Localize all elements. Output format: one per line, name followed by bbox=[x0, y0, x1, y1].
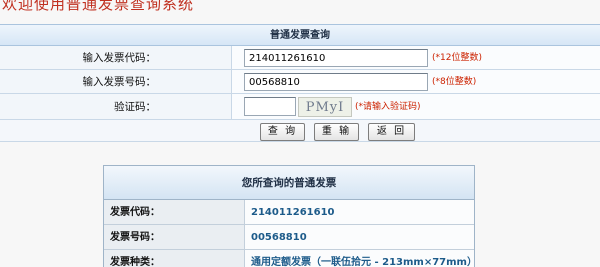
invoice-code-label: 输入发票代码： bbox=[0, 46, 232, 69]
captcha-input[interactable] bbox=[244, 97, 296, 116]
result-row-value: 00568810 bbox=[245, 225, 474, 249]
invoice-code-row: 输入发票代码： (*12位整数) bbox=[0, 46, 600, 70]
invoice-code-hint: (*12位整数) bbox=[432, 53, 482, 63]
result-row-value: 214011261610 bbox=[245, 200, 474, 224]
reset-button[interactable]: 重 输 bbox=[314, 123, 359, 141]
result-row: 发票种类： 通用定额发票（一联伍拾元 - 213mm×77mm） bbox=[104, 250, 474, 267]
result-row-label: 发票号码： bbox=[104, 225, 245, 249]
form-buttons: 查 询 重 输 返 回 bbox=[0, 123, 600, 141]
invoice-query-form: 普通发票查询 输入发票代码： (*12位整数) 输入发票号码： (*8位整数) … bbox=[0, 24, 600, 142]
captcha-row: 验证码： PMyI (*请输入验证码) bbox=[0, 94, 600, 120]
captcha-image[interactable]: PMyI bbox=[298, 97, 352, 117]
invoice-number-label: 输入发票号码： bbox=[0, 70, 232, 93]
query-result-panel: 您所查询的普通发票 发票代码： 214011261610 发票号码： 00568… bbox=[103, 165, 475, 267]
invoice-number-input[interactable] bbox=[244, 73, 428, 91]
invoice-number-hint: (*8位整数) bbox=[432, 77, 477, 87]
result-header: 您所查询的普通发票 bbox=[104, 166, 474, 200]
result-row-label: 发票代码： bbox=[104, 200, 245, 224]
back-button[interactable]: 返 回 bbox=[368, 123, 415, 141]
captcha-hint: (*请输入验证码) bbox=[355, 102, 421, 112]
site-title: 欢迎使用普通发票查询系统 bbox=[2, 0, 195, 13]
result-row-label: 发票种类： bbox=[104, 250, 245, 267]
query-form-header: 普通发票查询 bbox=[0, 25, 600, 46]
result-row: 发票号码： 00568810 bbox=[104, 225, 474, 250]
invoice-number-row: 输入发票号码： (*8位整数) bbox=[0, 70, 600, 94]
captcha-label: 验证码： bbox=[0, 94, 232, 119]
query-button[interactable]: 查 询 bbox=[260, 123, 305, 141]
result-row-value: 通用定额发票（一联伍拾元 - 213mm×77mm） bbox=[245, 250, 474, 267]
result-row: 发票代码： 214011261610 bbox=[104, 200, 474, 225]
invoice-code-input[interactable] bbox=[244, 49, 428, 67]
